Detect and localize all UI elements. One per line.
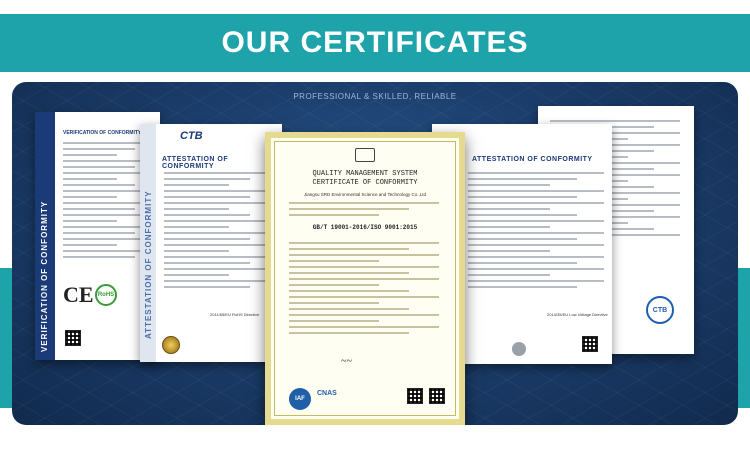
certificate-text-lines: [468, 172, 604, 292]
tagline: PROFESSIONAL & SKILLED, RELIABLE: [293, 92, 457, 101]
ce-mark-icon: CE: [63, 282, 94, 307]
cnas-mark: CNAS: [317, 390, 337, 397]
certification-body-logo-icon: [355, 148, 375, 162]
attestation-side-strip: ATTESTATION OF CONFORMITY: [140, 124, 156, 362]
qr-code-icon: [407, 388, 423, 404]
qms-title: QUALITY MANAGEMENT SYSTEM CERTIFICATE OF…: [271, 170, 459, 188]
page-title: OUR CERTIFICATES: [221, 26, 529, 59]
certificate-text-lines: [164, 172, 272, 292]
attestation-title: ATTESTATION OF CONFORMITY: [472, 156, 593, 163]
voc-side-banner: VERIFICATION OF CONFORMITY: [35, 112, 55, 360]
seal-icon: [512, 342, 526, 356]
gold-seal-icon: [162, 336, 180, 354]
certificate-text-lines: [289, 242, 439, 338]
certificates-showcase: PROFESSIONAL & SKILLED, RELIABLE CTB VER…: [12, 82, 738, 425]
page: OUR CERTIFICATES PROFESSIONAL & SKILLED,…: [0, 0, 750, 450]
qr-code-icon: [429, 388, 445, 404]
attestation-directive: 2014/35/EU Low Voltage Directive: [547, 312, 608, 317]
qms-standard: GB/T 19001-2016/ISO 9001:2015: [312, 224, 418, 231]
attestation-title: ATTESTATION OF CONFORMITY: [162, 156, 229, 170]
certificate-quality-management-system: QUALITY MANAGEMENT SYSTEM CERTIFICATE OF…: [265, 132, 465, 425]
qr-code-icon: [582, 336, 598, 352]
rohs-mark-icon: RoHS: [95, 284, 117, 306]
voc-heading: VERIFICATION OF CONFORMITY: [63, 130, 142, 136]
certificate-text-lines: [289, 202, 439, 220]
qms-company: Jiangsu SRD Environmental Science and Te…: [304, 192, 426, 197]
ctb-seal-icon: CTB: [646, 296, 674, 324]
attestation-side-text: ATTESTATION OF CONFORMITY: [144, 190, 153, 339]
ctb-logo: CTB: [180, 130, 203, 142]
title-banner: OUR CERTIFICATES: [0, 14, 750, 72]
voc-side-text: VERIFICATION OF CONFORMITY: [40, 200, 49, 352]
qms-title-line2: CERTIFICATE OF CONFORMITY: [312, 179, 418, 187]
signature-icon: ~~: [341, 356, 352, 367]
iaf-mark-icon: IAF: [289, 388, 311, 410]
attestation-directive: 2011/65/EU RoHS Directive: [210, 312, 260, 317]
qms-title-line1: QUALITY MANAGEMENT SYSTEM: [312, 170, 418, 178]
certificate-attestation-rohs: ATTESTATION OF CONFORMITY CTB ATTESTATIO…: [140, 124, 282, 362]
qr-code-icon: [65, 330, 81, 346]
